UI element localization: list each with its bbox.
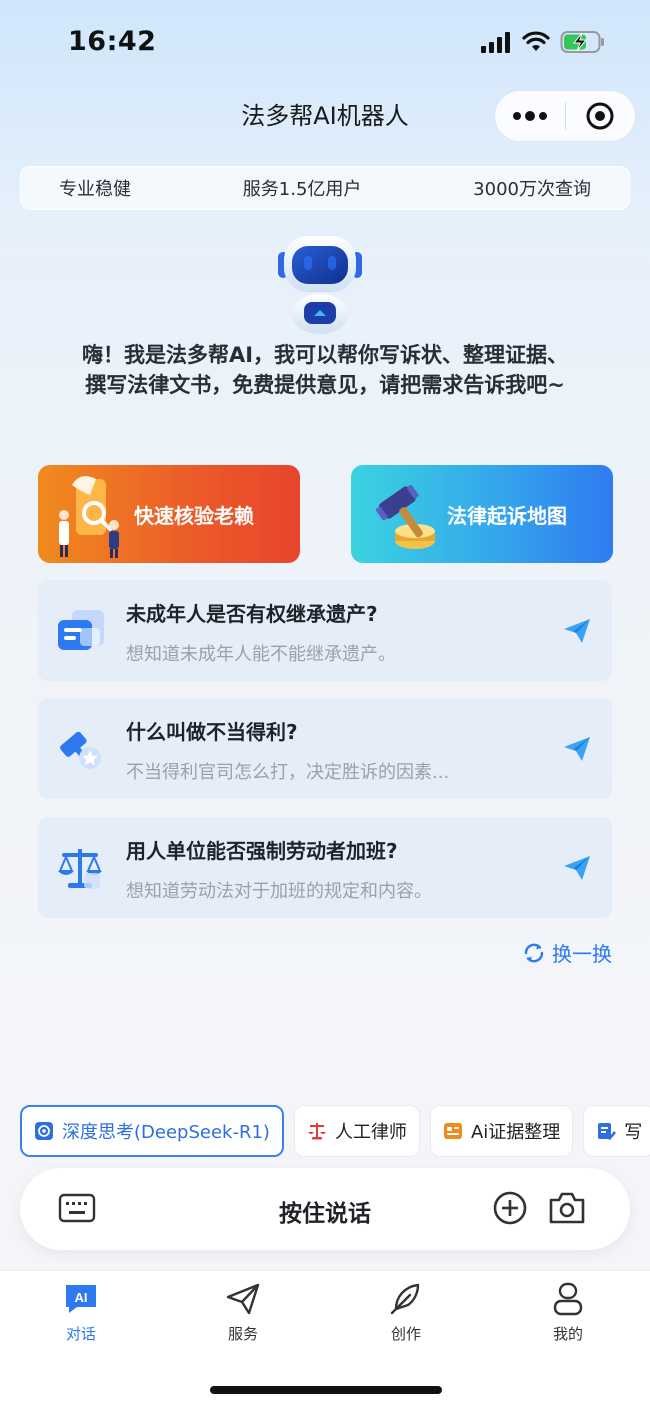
robot-mascot-icon [278, 236, 362, 334]
home-indicator [210, 1386, 442, 1394]
stat-item: 3000万次查询 [473, 179, 591, 200]
tab-service[interactable]: 服务 [193, 1281, 293, 1344]
refresh-label: 换一换 [552, 942, 612, 966]
scales-icon [58, 849, 102, 889]
write-icon [598, 1123, 617, 1140]
ai-chat-icon: AI [66, 1285, 96, 1313]
more-dots-icon [512, 111, 547, 121]
question-title: 什么叫做不当得利? [126, 720, 298, 744]
svg-text:AI: AI [75, 1290, 88, 1305]
suggested-question-1[interactable]: 未成年人是否有权继承遗产? 想知道未成年人能不能继承遗产。 [38, 580, 612, 681]
signal-icon [481, 32, 510, 53]
user-icon [553, 1282, 583, 1316]
gavel-icon [376, 484, 435, 549]
chip-label: 深度思考(DeepSeek-R1) [62, 1122, 270, 1143]
chip-write[interactable]: 写 [583, 1105, 650, 1157]
refresh-icon [524, 943, 544, 962]
paper-plane-icon [226, 1283, 260, 1315]
quick-check-defaulter-card[interactable]: 快速核验老赖 [38, 465, 300, 563]
chip-deep-think[interactable]: 深度思考(DeepSeek-R1) [20, 1105, 284, 1157]
keyboard-icon[interactable] [58, 1192, 96, 1224]
question-title: 用人单位能否强制劳动者加班? [126, 839, 398, 863]
tab-label: 创作 [390, 1325, 421, 1343]
feature-label: 法律起诉地图 [447, 503, 567, 528]
suggested-question-2[interactable]: 什么叫做不当得利? 不当得利官司怎么打，决定胜诉的因素... [38, 698, 612, 799]
scales-icon [307, 1123, 326, 1140]
question-subtitle: 想知道劳动法对于加班的规定和内容。 [126, 881, 432, 902]
tab-label: 我的 [552, 1325, 583, 1343]
battery-charging-icon [560, 31, 604, 53]
status-bar: 16:42 [0, 0, 650, 88]
close-miniprogram-button[interactable] [566, 91, 636, 141]
hold-to-talk-button[interactable]: 按住说话 [20, 1194, 630, 1228]
chip-label: Ai证据整理 [470, 1122, 561, 1143]
question-subtitle: 想知道未成年人能不能继承遗产。 [126, 644, 396, 665]
document-card-icon [58, 610, 104, 650]
status-icons [480, 30, 606, 54]
send-icon[interactable] [562, 735, 592, 763]
send-icon[interactable] [562, 854, 592, 882]
question-subtitle: 不当得利官司怎么打，决定胜诉的因素... [126, 762, 450, 783]
feature-label: 快速核验老赖 [134, 503, 254, 528]
lawsuit-map-card[interactable]: 法律起诉地图 [351, 465, 613, 563]
greeting-line: 撰写法律文书，免费提供意见，请把需求告诉我吧~ [85, 373, 565, 397]
greeting-line: 嗨！我是法多帮AI，我可以帮你写诉状、整理证据、 [81, 343, 569, 367]
chip-ai-evidence[interactable]: Ai证据整理 [429, 1105, 574, 1157]
refresh-button[interactable]: 换一换 [522, 938, 612, 967]
wifi-icon [522, 31, 550, 51]
question-title: 未成年人是否有权继承遗产? [126, 602, 378, 626]
stat-item: 服务1.5亿用户 [242, 179, 362, 200]
stats-strip: 专业稳健 服务1.5亿用户 3000万次查询 [20, 166, 630, 210]
add-circle-icon[interactable] [492, 1190, 528, 1226]
gavel-star-icon [60, 731, 101, 769]
stat-item: 专业稳健 [59, 179, 131, 200]
send-icon[interactable] [562, 617, 592, 645]
tab-label: 对话 [65, 1325, 96, 1343]
tab-label: 服务 [227, 1325, 258, 1343]
deepseek-icon [35, 1122, 53, 1140]
chip-label: 人工律师 [334, 1122, 407, 1143]
status-time: 16:42 [68, 26, 157, 57]
quick-chips-row: 深度思考(DeepSeek-R1) 人工律师 Ai证据整理 写 [20, 1105, 650, 1157]
feather-icon [390, 1283, 420, 1315]
suggested-question-3[interactable]: 用人单位能否强制劳动者加班? 想知道劳动法对于加班的规定和内容。 [38, 817, 612, 918]
evidence-icon [443, 1123, 462, 1139]
camera-icon[interactable] [548, 1190, 586, 1226]
target-close-icon [586, 102, 614, 130]
more-button[interactable] [495, 91, 565, 141]
greeting-text: 嗨！我是法多帮AI，我可以帮你写诉状、整理证据、 撰写法律文书，免费提供意见，请… [20, 340, 630, 400]
magnifier-phone-icon [59, 476, 119, 558]
voice-input-bar: 按住说话 [20, 1168, 630, 1250]
tab-chat[interactable]: AI 对话 [31, 1281, 131, 1344]
tab-profile[interactable]: 我的 [518, 1281, 618, 1344]
tab-create[interactable]: 创作 [356, 1281, 456, 1344]
mini-program-capsule [494, 90, 636, 142]
chip-human-lawyer[interactable]: 人工律师 [293, 1105, 420, 1157]
chip-label: 写 [624, 1122, 643, 1143]
